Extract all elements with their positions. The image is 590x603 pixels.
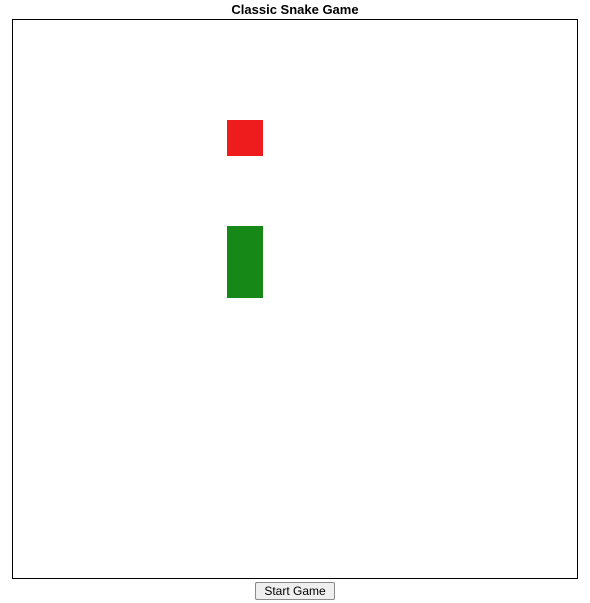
snake-segment: [227, 226, 263, 262]
snake-segment: [227, 262, 263, 298]
page-title: Classic Snake Game: [231, 2, 358, 17]
game-board[interactable]: [12, 19, 578, 579]
start-button[interactable]: Start Game: [255, 582, 334, 600]
food: [227, 120, 263, 156]
